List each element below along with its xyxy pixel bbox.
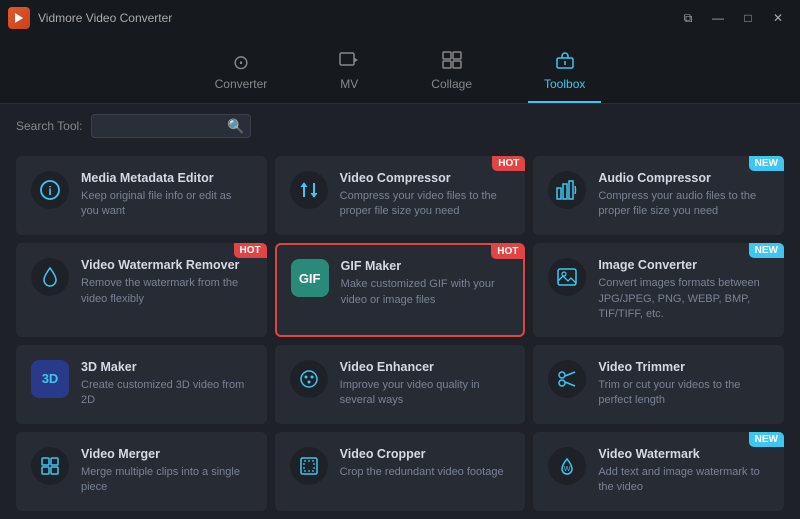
tool-name-video-trimmer: Video Trimmer	[598, 360, 769, 374]
tool-desc-image-converter: Convert images formats between JPG/JPEG,…	[598, 276, 769, 322]
search-icon[interactable]: 🔍	[227, 118, 244, 135]
tool-desc-video-trimmer: Trim or cut your videos to the perfect l…	[598, 378, 769, 409]
badge-video-watermark-remover: Hot	[234, 243, 267, 258]
tool-name-audio-compressor: Audio Compressor	[598, 171, 769, 185]
tool-icon-video-trimmer	[548, 360, 586, 398]
tool-desc-audio-compressor: Compress your audio files to the proper …	[598, 189, 769, 220]
minimize-button[interactable]: —	[704, 7, 732, 29]
tool-icon-video-watermark-remover	[31, 258, 69, 296]
tool-icon-3d-maker: 3D	[31, 360, 69, 398]
tool-desc-video-cropper: Crop the redundant video footage	[340, 465, 511, 480]
tool-name-video-compressor: Video Compressor	[340, 171, 511, 185]
nav-item-mv[interactable]: MV	[323, 45, 375, 103]
maximize-button[interactable]: □	[734, 7, 762, 29]
tool-desc-video-watermark-remover: Remove the watermark from the video flex…	[81, 276, 252, 307]
tool-icon-image-converter	[548, 258, 586, 296]
tool-card-video-merger[interactable]: Video Merger Merge multiple clips into a …	[16, 432, 267, 511]
search-input-wrap: 🔍	[91, 114, 251, 138]
mv-icon	[339, 51, 359, 73]
tool-desc-video-enhancer: Improve your video quality in several wa…	[340, 378, 511, 409]
tools-grid: i Media Metadata Editor Keep original file…	[0, 148, 800, 519]
search-label: Search Tool:	[16, 119, 83, 133]
converter-icon: ⊙	[233, 53, 250, 73]
tool-card-video-cropper[interactable]: Video Cropper Crop the redundant video fo…	[275, 432, 526, 511]
search-bar: Search Tool: 🔍	[0, 104, 800, 148]
tool-icon-video-enhancer	[290, 360, 328, 398]
svg-text:W: W	[564, 466, 571, 473]
nav-label-converter: Converter	[215, 77, 268, 91]
badge-image-converter: New	[749, 243, 784, 258]
tool-icon-media-metadata: i	[31, 171, 69, 209]
tool-desc-media-metadata: Keep original file info or edit as you w…	[81, 189, 252, 220]
nav-label-collage: Collage	[431, 77, 472, 91]
tool-name-media-metadata: Media Metadata Editor	[81, 171, 252, 185]
badge-video-compressor: Hot	[492, 156, 525, 171]
tool-card-video-compressor[interactable]: HotVideo Compressor Compress your video f…	[275, 156, 526, 235]
nav-item-collage[interactable]: Collage	[415, 45, 488, 103]
tool-name-gif-maker: GIF Maker	[341, 259, 510, 273]
tool-name-video-cropper: Video Cropper	[340, 447, 511, 461]
close-button[interactable]: ✕	[764, 7, 792, 29]
badge-gif-maker: Hot	[491, 244, 524, 259]
title-bar: Vidmore Video Converter ⧉ — □ ✕	[0, 0, 800, 36]
tool-card-media-metadata[interactable]: i Media Metadata Editor Keep original file…	[16, 156, 267, 235]
tool-desc-video-merger: Merge multiple clips into a single piece	[81, 465, 252, 496]
tool-desc-3d-maker: Create customized 3D video from 2D	[81, 378, 252, 409]
windowed-button[interactable]: ⧉	[674, 7, 702, 29]
tool-icon-video-merger	[31, 447, 69, 485]
tool-name-image-converter: Image Converter	[598, 258, 769, 272]
tool-name-video-merger: Video Merger	[81, 447, 252, 461]
tool-desc-video-compressor: Compress your video files to the proper …	[340, 189, 511, 220]
tool-card-video-trimmer[interactable]: Video Trimmer Trim or cut your videos to …	[533, 345, 784, 424]
svg-text:i: i	[48, 184, 51, 198]
tool-desc-video-watermark: Add text and image watermark to the vide…	[598, 465, 769, 496]
nav-item-toolbox[interactable]: Toolbox	[528, 45, 601, 103]
nav-label-toolbox: Toolbox	[544, 77, 585, 91]
tool-card-audio-compressor[interactable]: NewAudio Compressor Compress your audio f…	[533, 156, 784, 235]
tool-icon-audio-compressor	[548, 171, 586, 209]
app-logo	[8, 7, 30, 29]
tool-card-video-watermark-remover[interactable]: HotVideo Watermark Remover Remove the wat…	[16, 243, 267, 336]
tool-name-video-watermark-remover: Video Watermark Remover	[81, 258, 252, 272]
tool-icon-video-compressor	[290, 171, 328, 209]
tool-card-3d-maker[interactable]: 3D 3D Maker Create customized 3D video fro…	[16, 345, 267, 424]
nav-bar: ⊙ Converter MV Collage Toolbox	[0, 36, 800, 104]
badge-video-watermark: New	[749, 432, 784, 447]
tool-card-image-converter[interactable]: NewImage Converter Convert images formats…	[533, 243, 784, 336]
toolbox-icon	[555, 51, 575, 73]
collage-icon	[442, 51, 462, 73]
tool-card-gif-maker[interactable]: Hot GIF GIF Maker Make customized GIF with …	[275, 243, 526, 336]
tool-desc-gif-maker: Make customized GIF with your video or i…	[341, 277, 510, 308]
title-bar-controls: ⧉ — □ ✕	[674, 7, 792, 29]
title-bar-left: Vidmore Video Converter	[8, 7, 172, 29]
tool-icon-video-cropper	[290, 447, 328, 485]
tool-name-video-enhancer: Video Enhancer	[340, 360, 511, 374]
nav-item-converter[interactable]: ⊙ Converter	[199, 47, 284, 103]
tool-name-video-watermark: Video Watermark	[598, 447, 769, 461]
tool-icon-gif-maker: GIF	[291, 259, 329, 297]
badge-audio-compressor: New	[749, 156, 784, 171]
app-title: Vidmore Video Converter	[38, 11, 172, 25]
tool-icon-video-watermark: W	[548, 447, 586, 485]
tool-card-video-enhancer[interactable]: Video Enhancer Improve your video quality…	[275, 345, 526, 424]
nav-label-mv: MV	[340, 77, 358, 91]
tool-card-video-watermark[interactable]: New W Video Watermark Add text and image wa…	[533, 432, 784, 511]
tool-name-3d-maker: 3D Maker	[81, 360, 252, 374]
